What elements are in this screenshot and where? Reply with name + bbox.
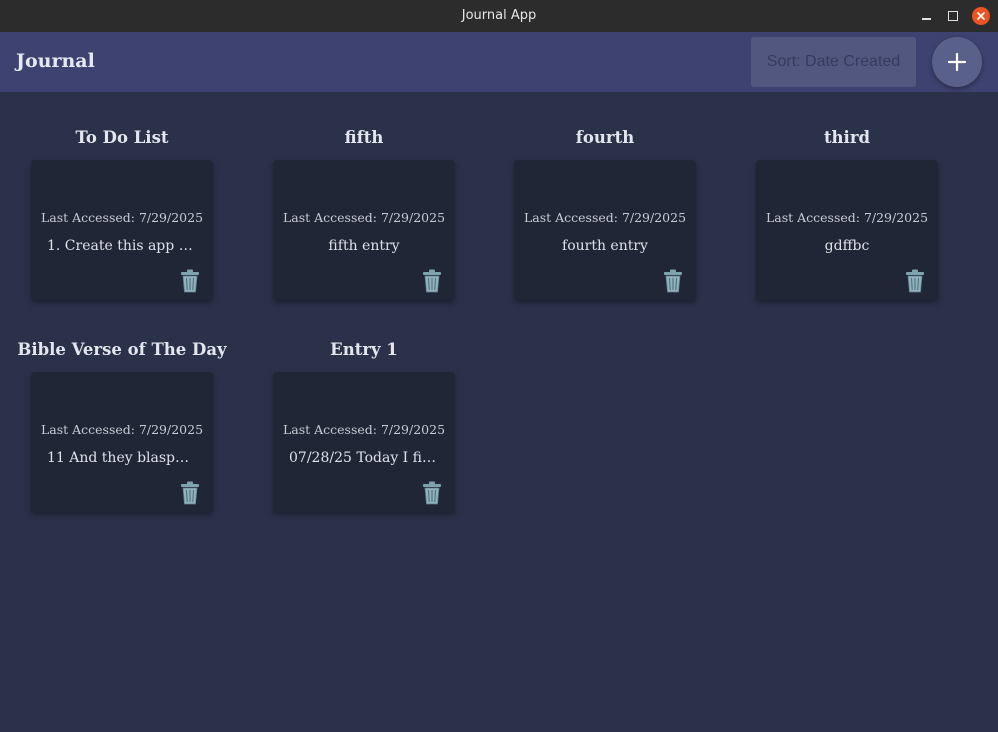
entry-title: Bible Verse of The Day: [17, 340, 227, 359]
entry-preview: gdffbc: [824, 238, 870, 254]
last-accessed-label: Last Accessed: 7/29/2025: [40, 422, 204, 437]
entry-title: third: [823, 128, 871, 147]
app-bar: Journal Sort: Date Created: [0, 32, 998, 92]
last-accessed-label: Last Accessed: 7/29/2025: [40, 210, 204, 225]
window-titlebar: Journal App: [0, 0, 998, 32]
last-accessed-label: Last Accessed: 7/29/2025: [282, 422, 446, 437]
last-accessed-label: Last Accessed: 7/29/2025: [282, 210, 446, 225]
last-accessed-label: Last Accessed: 7/29/2025: [765, 210, 929, 225]
entry-card[interactable]: Last Accessed: 7/29/2025 fifth entry: [273, 160, 455, 300]
minimize-icon[interactable]: [918, 8, 934, 24]
trash-icon[interactable]: [904, 269, 926, 293]
entry-card[interactable]: Last Accessed: 7/29/2025 11 And they bla…: [31, 372, 213, 512]
entry-title: Entry 1: [330, 340, 398, 359]
entry-card[interactable]: Last Accessed: 7/29/2025 fourth entry: [514, 160, 696, 300]
entry-preview: fifth entry: [328, 238, 400, 254]
entry-title: fifth: [344, 128, 384, 147]
app-brand: Journal: [16, 50, 95, 72]
entry-preview: 07/28/25 Today I finished the app: [289, 450, 439, 466]
entries-grid: To Do List Last Accessed: 7/29/2025 1. C…: [0, 92, 998, 732]
entry-card[interactable]: Last Accessed: 7/29/2025 gdffbc: [756, 160, 938, 300]
entry-preview: 11 And they blasphemed the God: [47, 450, 197, 466]
last-accessed-label: Last Accessed: 7/29/2025: [523, 210, 687, 225]
sort-button[interactable]: Sort: Date Created: [751, 37, 916, 87]
maximize-icon[interactable]: [945, 8, 961, 24]
add-entry-button[interactable]: [932, 37, 982, 87]
trash-icon[interactable]: [421, 269, 443, 293]
close-icon[interactable]: [972, 7, 990, 25]
plus-icon: [947, 52, 967, 72]
entry-card[interactable]: Last Accessed: 7/29/2025 1. Create this …: [31, 160, 213, 300]
trash-icon[interactable]: [179, 481, 201, 505]
entry-title: To Do List: [75, 128, 169, 147]
entry-preview: 1. Create this app [X] 2. Finish: [47, 238, 197, 254]
trash-icon[interactable]: [179, 269, 201, 293]
window-title: Journal App: [461, 8, 537, 23]
entry-title: fourth: [575, 128, 635, 147]
entry-card[interactable]: Last Accessed: 7/29/2025 07/28/25 Today …: [273, 372, 455, 512]
trash-icon[interactable]: [662, 269, 684, 293]
trash-icon[interactable]: [421, 481, 443, 505]
entry-preview: fourth entry: [562, 238, 648, 254]
